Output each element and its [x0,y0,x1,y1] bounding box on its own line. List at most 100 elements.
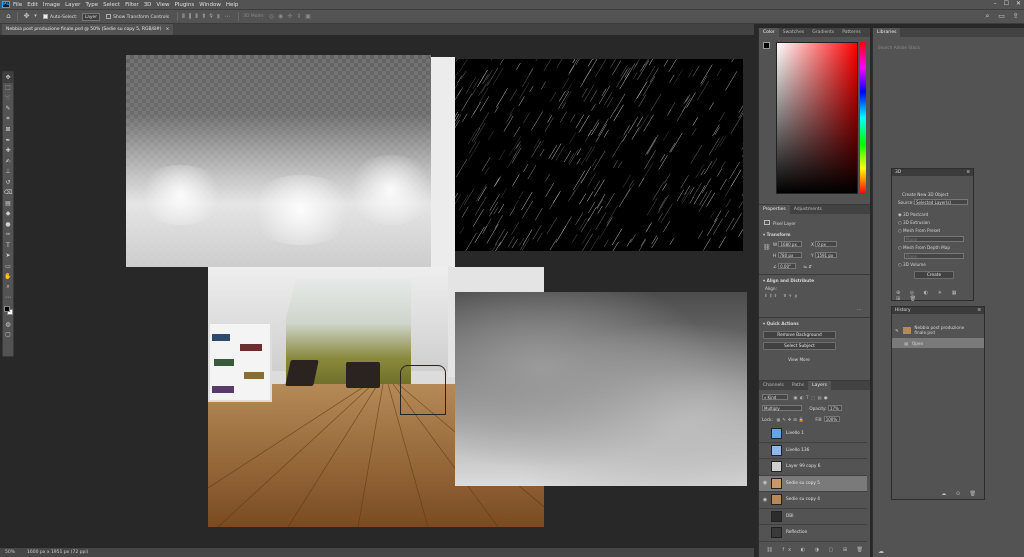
menu-plugins[interactable]: Plugins [174,2,194,8]
foreground-color-swatch[interactable] [763,42,770,49]
layer-filter-icons[interactable]: ▣◐T⬚▤● [793,395,830,400]
flip-horizontal-icon[interactable]: ⇋ [803,264,807,269]
lock-icons[interactable]: ▦✎✥⊠🔒 [776,417,806,422]
tab-paths[interactable]: Paths [788,381,808,390]
cloud-layer-image[interactable] [455,292,747,486]
marquee-tool-icon[interactable]: ⬚ [3,83,13,94]
view-more-link[interactable]: View More [759,357,839,362]
x-field[interactable]: 0 px [815,241,838,247]
select-subject-button[interactable]: Select Subject [763,342,836,350]
drag-3d-icon[interactable]: ✣ [287,13,292,20]
menu-image[interactable]: Image [43,2,60,8]
tab-libraries[interactable]: Libraries [873,28,901,37]
scale-3d-icon[interactable]: ▣ [305,13,311,20]
maximize-icon[interactable]: ☐ [1004,0,1009,7]
auto-select-checkbox[interactable] [43,13,48,19]
align-top-icon[interactable]: ⫪ [202,13,205,21]
layer-name[interactable]: Reflection [786,530,807,535]
width-field[interactable]: 1680 px [778,241,803,247]
flip-vertical-icon[interactable]: ⇵ [808,264,812,269]
chevron-down-icon[interactable]: ▾ [31,12,40,21]
layer-name[interactable]: Livello 1 [786,431,804,436]
more-tools-icon[interactable]: ⋯ [3,293,13,304]
library-search-input[interactable]: Search Adobe Stock [878,45,920,50]
quick-actions-title[interactable]: ▾ Quick Actions [763,321,799,326]
layer-name[interactable]: Sedie su copy 4 [786,497,820,502]
fill-field[interactable]: 100% [823,416,840,422]
blur-tool-icon[interactable]: ◆ [3,209,13,220]
home-icon[interactable]: ⌂ [4,12,13,21]
transform-section-title[interactable]: ▾ Transform [763,232,790,237]
crop-tool-icon[interactable]: ⌗ [3,114,13,125]
document-tab[interactable]: Nebbia post produzione finale.psd @ 50% … [2,24,174,35]
tab-channels[interactable]: Channels [759,381,788,390]
close-window-icon[interactable]: ✕ [1016,0,1021,7]
tab-properties[interactable]: Properties [759,205,790,214]
option-depth-map[interactable]: ○ Mesh From Depth Map [898,245,950,250]
workspace-icon[interactable]: ▭ [997,12,1006,21]
opacity-field[interactable]: 17% [827,405,842,411]
height-field[interactable]: 780 px [777,252,802,258]
layer-actions-bar[interactable]: ⛓ fx ◐ ◑ ▢ ⊞ 🗑 [763,547,867,556]
layer-row[interactable]: ◉ Sedie su copy 4 [759,492,867,509]
fog-layer-image[interactable] [126,55,431,267]
menu-help[interactable]: Help [226,2,239,8]
menu-type[interactable]: Type [85,2,98,8]
screen-mode-icon[interactable]: ▢ [3,330,13,341]
layer-row[interactable]: DBI [759,509,867,525]
distribute-icon[interactable]: ⋯ [224,13,230,20]
angle-field[interactable]: 0.00° [778,263,797,269]
cloud-icon[interactable]: ☁ [878,548,884,555]
move-tool-icon[interactable]: ✥ [3,72,13,83]
hand-tool-icon[interactable]: ✋ [3,272,13,283]
remove-background-button[interactable]: Remove Background [763,331,836,339]
align-buttons[interactable]: ⫴⫼⫴ ⫪⫩⫫ [765,293,800,298]
depth-dropdown[interactable]: Plane [904,253,964,259]
preset-dropdown[interactable]: Plane [904,236,964,242]
search-icon[interactable]: ⌕ [983,12,992,21]
option-3d-extrusion[interactable]: ○ 3D Extrusion [898,220,930,225]
lasso-tool-icon[interactable]: ➰ [3,93,13,104]
history-snapshot[interactable]: ✎ Nebbia post produzione finale.psd [895,324,983,336]
eyedropper-tool-icon[interactable]: ✒ [3,135,13,146]
option-3d-volume[interactable]: ○ 3D Volume [898,262,926,267]
history-footer-icons[interactable]: ☁ ⊙ 🗑 [941,491,980,497]
pen-tool-icon[interactable]: ✑ [3,230,13,241]
layer-name[interactable]: Sedie su copy 5 [786,481,820,486]
auto-select-dropdown[interactable]: Layer [81,12,101,21]
type-tool-icon[interactable]: T [3,240,13,251]
orbit-icon[interactable]: ◎ [269,13,274,20]
option-mesh-preset[interactable]: ○ Mesh From Preset [898,228,940,233]
tab-adjustments[interactable]: Adjustments [790,205,826,214]
eraser-tool-icon[interactable]: ⌫ [3,188,13,199]
align-section-title[interactable]: ▾ Align and Distribute [763,278,814,283]
y-field[interactable]: 1591 px [814,252,837,258]
share-icon[interactable]: ⇪ [1011,12,1020,21]
gradient-tool-icon[interactable]: ▤ [3,198,13,209]
align-right-icon[interactable]: ⫴ [195,13,198,21]
roll-icon[interactable]: ◉ [278,13,283,20]
history-state[interactable]: ▤ Open [892,338,984,348]
panel-menu-icon[interactable]: ≡ [977,307,981,314]
layer-row[interactable]: Layer 99 copy 6 [759,459,867,476]
move-tool-icon[interactable]: ✥ [22,12,31,21]
panel-menu-icon[interactable]: ≡ [966,169,970,176]
zoom-tool-icon[interactable]: ⌕ [3,282,13,293]
history-brush-icon[interactable]: ↺ [3,177,13,188]
path-select-icon[interactable]: ➤ [3,251,13,262]
menu-layer[interactable]: Layer [65,2,80,8]
layer-row[interactable]: Livello 1 [759,426,867,443]
menu-file[interactable]: File [13,2,22,8]
tab-gradients[interactable]: Gradients [808,28,838,37]
menu-3d[interactable]: 3D [144,2,152,8]
tab-layers[interactable]: Layers [808,381,831,390]
tab-swatches[interactable]: Swatches [779,28,809,37]
color-picker-field[interactable] [776,42,858,194]
create-3d-button[interactable]: Create [914,271,954,279]
menu-select[interactable]: Select [103,2,120,8]
brush-tool-icon[interactable]: ✍ [3,156,13,167]
zoom-level[interactable]: 50% [5,548,15,557]
layer-row[interactable]: Livello 136 [759,443,867,459]
visibility-eye-icon[interactable]: ◉ [759,497,771,503]
rain-layer-image[interactable] [455,59,743,251]
